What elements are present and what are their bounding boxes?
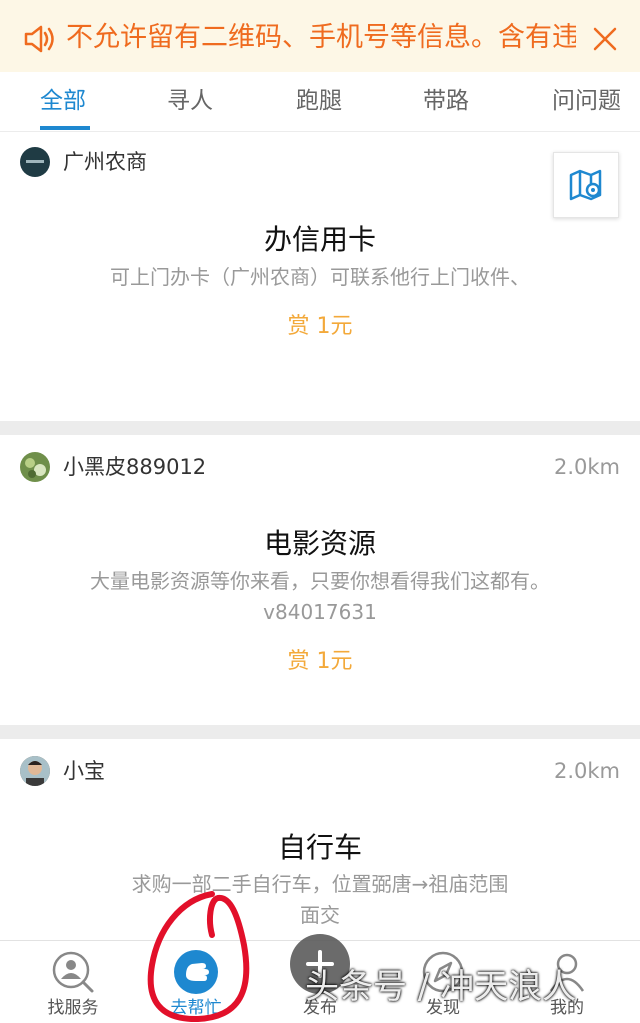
close-icon[interactable] — [588, 22, 622, 56]
task-reward: 赏 1元 — [287, 314, 353, 339]
notice-bar: 不允许留有二维码、手机号等信息。含有违规信息 — [0, 0, 640, 72]
task-title: 办信用卡 — [263, 223, 376, 256]
task-title: 电影资源 — [263, 527, 376, 560]
card-divider — [0, 725, 640, 739]
avatar — [20, 452, 50, 482]
tab-guide[interactable]: 带路 — [423, 84, 469, 118]
distance-label: 2.0km — [553, 759, 620, 783]
map-button[interactable] — [553, 152, 619, 218]
tab-errand[interactable]: 跑腿 — [296, 84, 342, 118]
avatar — [20, 756, 50, 786]
distance-label: 2.0km — [553, 455, 620, 479]
nav-label: 找服务 — [47, 998, 99, 1018]
user-name: 广州农商 — [63, 150, 147, 174]
user-name: 小黑皮889012 — [63, 455, 207, 479]
task-card[interactable]: 小宝 2.0km 自行车 求购一部二手自行车，位置弼唐→祖庙范围面交 — [0, 739, 640, 940]
nav-label: 去帮忙 — [170, 998, 222, 1018]
card-divider — [0, 421, 640, 435]
search-service-icon — [52, 951, 94, 993]
task-reward: 赏 1元 — [287, 649, 353, 674]
category-tabs: 全部 寻人 跑腿 带路 问问题 — [0, 72, 640, 132]
task-card[interactable]: 广州农商 办信用卡 可上门办卡（广州农商）可联系他行上门收件、 赏 1元 — [0, 133, 640, 421]
map-pin-icon — [569, 169, 602, 201]
task-description: 求购一部二手自行车，位置弼唐→祖庙范围面交 — [131, 872, 509, 927]
speaker-icon — [24, 25, 54, 53]
tab-find-person[interactable]: 寻人 — [167, 84, 213, 118]
tab-ask-question[interactable]: 问问题 — [552, 84, 621, 118]
watermark-text: 头条号 / 冲天浪人 — [305, 967, 577, 1007]
task-description: 可上门办卡（广州农商）可联系他行上门收件、 — [110, 265, 530, 289]
hand-help-icon — [174, 950, 218, 994]
user-name: 小宝 — [63, 759, 105, 783]
active-tab-indicator — [40, 126, 90, 130]
task-description: 大量电影资源等你来看，只要你想看得我们这都有。v84017631 — [90, 569, 550, 624]
nav-find-service[interactable]: 找服务 — [18, 941, 128, 1023]
task-card[interactable]: 小黑皮889012 2.0km 电影资源 大量电影资源等你来看，只要你想看得我们… — [0, 435, 640, 725]
tab-all[interactable]: 全部 — [40, 84, 86, 118]
task-title: 自行车 — [277, 831, 362, 864]
notice-text: 不允许留有二维码、手机号等信息。含有违规信息 — [66, 22, 576, 53]
nav-go-help[interactable]: 去帮忙 — [141, 941, 251, 1023]
avatar — [20, 147, 50, 177]
